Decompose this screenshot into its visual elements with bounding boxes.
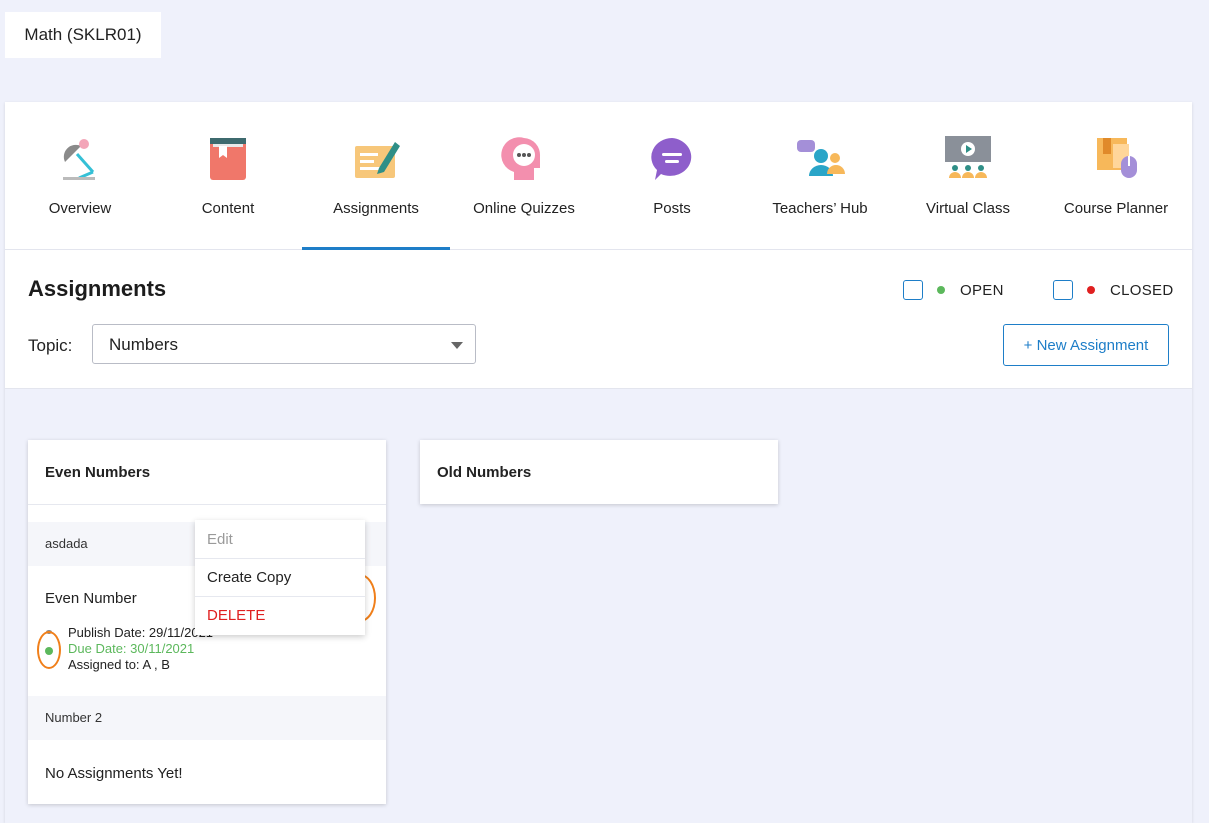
legend-closed[interactable]: CLOSED xyxy=(1053,280,1174,300)
open-status-dot xyxy=(45,647,53,655)
publish-date: Publish Date: 29/11/2021 xyxy=(68,625,214,640)
open-status-dot xyxy=(937,286,945,294)
group-name: asdada xyxy=(45,536,88,551)
assignment-pen-icon xyxy=(351,134,401,184)
lamp-icon xyxy=(55,134,105,184)
edit-menu-item[interactable]: Edit xyxy=(195,520,365,558)
tab-label: Assignments xyxy=(333,200,419,217)
assignment-title[interactable]: Even Number xyxy=(45,590,137,607)
create-copy-menu-item[interactable]: Create Copy xyxy=(195,558,365,596)
legend-open[interactable]: OPEN xyxy=(903,280,1004,300)
tab-bar: Overview Content Assignments Online Quiz… xyxy=(5,102,1192,250)
tab-label: Posts xyxy=(653,200,691,217)
assignment-context-menu: Edit Create Copy DELETE xyxy=(195,520,365,635)
topic-select-value: Numbers xyxy=(109,335,178,354)
planner-icon xyxy=(1091,134,1141,184)
presentation-screen-icon xyxy=(943,134,993,184)
tab-label: Content xyxy=(201,200,255,217)
group-name: Number 2 xyxy=(45,710,103,725)
group-header: Number 2 xyxy=(28,696,386,740)
tab-label: Overview xyxy=(48,200,112,217)
caret-down-icon xyxy=(451,342,463,349)
assigned-to: Assigned to: A , B xyxy=(68,657,170,672)
chat-bubble-icon xyxy=(647,134,697,184)
tab-label: Course Planner xyxy=(1063,200,1169,217)
open-filter-checkbox[interactable] xyxy=(903,280,923,300)
tab-label: Online Quizzes xyxy=(473,200,575,217)
main-card: Overview Content Assignments Online Quiz… xyxy=(5,102,1192,823)
divider xyxy=(28,504,386,505)
topic-select[interactable]: Numbers xyxy=(92,324,476,364)
page-title: Assignments xyxy=(28,276,167,301)
tab-online-quizzes[interactable]: Online Quizzes xyxy=(450,102,598,249)
empty-state: No Assignments Yet! xyxy=(45,765,183,782)
legend-closed-label: CLOSED xyxy=(1110,281,1174,299)
tab-assignments[interactable]: Assignments xyxy=(302,102,450,250)
new-assignment-button[interactable]: + New Assignment xyxy=(1003,324,1169,366)
topic-column: Old Numbers xyxy=(420,440,778,504)
assignments-header: Assignments OPEN CLOSED Topic: Numbers +… xyxy=(5,250,1192,389)
closed-status-dot xyxy=(1087,286,1095,294)
book-icon xyxy=(203,134,253,184)
column-title: Even Numbers xyxy=(45,464,151,481)
tab-label: Teachers’ Hub xyxy=(772,200,868,217)
legend-open-label: OPEN xyxy=(960,281,1004,299)
assignments-board: Even Numbers asdada Even Number Publish … xyxy=(5,389,1192,823)
topic-label: Topic: xyxy=(28,336,73,355)
tab-virtual-class[interactable]: Virtual Class xyxy=(894,102,1042,249)
people-chat-icon xyxy=(795,134,845,184)
delete-menu-item[interactable]: DELETE xyxy=(195,596,365,634)
course-name: Math (SKLR01) xyxy=(24,25,142,44)
tab-label: Virtual Class xyxy=(926,200,1010,217)
assignment-meta: Publish Date: 29/11/2021 Due Date: 30/11… xyxy=(68,625,213,673)
tab-overview[interactable]: Overview xyxy=(6,102,154,249)
due-date: Due Date: 30/11/2021 xyxy=(68,641,195,656)
column-title: Old Numbers xyxy=(437,464,532,481)
tab-posts[interactable]: Posts xyxy=(598,102,746,249)
thinking-head-icon xyxy=(499,134,549,184)
tab-teachers-hub[interactable]: Teachers’ Hub xyxy=(746,102,894,249)
tab-course-planner[interactable]: Course Planner xyxy=(1042,102,1190,249)
closed-filter-checkbox[interactable] xyxy=(1053,280,1073,300)
course-chip[interactable]: Math (SKLR01) xyxy=(5,12,161,58)
tab-content[interactable]: Content xyxy=(154,102,302,249)
